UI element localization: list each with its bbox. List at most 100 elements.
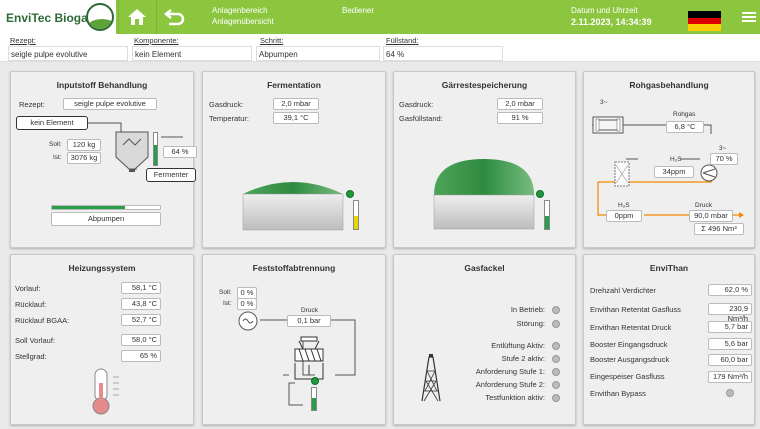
panel-feststoff[interactable]: Feststoffabtrennung Soll: 0 % Ist: 0 % D… [202,254,386,425]
panel-title: EnviThan [649,263,689,273]
ruecklauf-bgaa-label: Rücklauf BGAA: [15,316,70,325]
language-flag-icon[interactable] [688,11,721,31]
envithan-row-label: Envithan Retentat Druck [590,323,672,332]
logo-icon [86,3,114,31]
status-anf-stufe2-led [552,381,560,389]
panel-gasfackel[interactable]: Gasfackel In Betrieb: Störung: Entlüftun… [393,254,576,425]
ruecklauf-bgaa-value: 52,7 °C [121,314,161,326]
panel-title: Fermentation [267,80,321,90]
envithan-row-value: 230,9 Nm³/h [708,303,752,323]
total-value: Σ 496 Nm³ [694,223,744,235]
gas-pressure-value: 2,0 mbar [497,98,543,110]
flare-tower-icon [421,354,441,402]
status-stoerung-label: Störung: [516,319,545,328]
ruecklauf-label: Rücklauf: [15,300,47,309]
back-button[interactable] [156,0,192,34]
separator-level-bar [311,387,317,411]
home-button[interactable] [118,0,154,34]
panel-rohgas[interactable]: Rohgasbehandlung 3~ Rohgas 6,8 °C 3~ 70 … [583,71,755,248]
druck-value: 90,0 mbar [689,210,733,222]
status-entlueftung-led [552,342,560,350]
bypass-label: Envithan Bypass [590,389,646,398]
area-value: Anlagenübersicht [212,17,274,26]
envithan-row-value: 5,6 bar [708,338,752,350]
envithan-row-label: Booster Eingangsdruck [590,340,668,349]
panel-inputstoff[interactable]: Inputstoff Behandlung Rezept: seigle pul… [10,71,197,248]
panel-fermentation[interactable]: Fermentation Gasdruck: 2,0 mbar Temperat… [202,71,386,248]
datetime-label: Datum und Uhrzeit [571,6,638,15]
vorlauf-label: Vorlauf: [15,284,41,293]
back-icon [163,9,184,26]
pump-progress-bar [51,205,161,210]
status-stufe2-label: Stufe 2 aktiv: [501,354,545,363]
panel-title: Gasfackel [464,263,505,273]
envithan-row-label: Envithan Retentat Gasfluss [590,305,681,314]
gas-fill-value: 91 % [497,112,543,124]
step-label: Schritt: [260,36,284,45]
datetime-value: 2.11.2023, 14:34:39 [571,17,652,27]
status-in-betrieb-led [552,306,560,314]
fermenter-status-led [346,190,354,198]
bypass-led [726,389,734,397]
ist-label: Ist: [53,154,62,161]
temperature-label: Temperatur: [209,114,250,123]
druck-label: Druck [301,307,318,314]
envithan-row-value: 5,7 bar [708,321,752,333]
status-entlueftung-label: Entlüftung Aktiv: [491,341,545,350]
pump-button[interactable]: Abpumpen [51,212,161,226]
stellgrad-label: Stellgrad: [15,352,47,361]
envithan-row-label: Eingespeiser Gasfluss [590,372,665,381]
desulfurizer-icon [614,161,630,187]
menu-icon[interactable] [742,12,756,22]
fan-label: 3~ [719,145,727,152]
stellgrad-value: 65 % [121,350,161,362]
fill-value: 64 % [383,46,503,61]
panel-envithan[interactable]: EnviThan Drehzahl Verdichter 62,0 % Envi… [583,254,755,425]
rohgas-temp: 6,8 °C [666,121,704,133]
h2s-value-1: 34ppm [654,166,694,178]
status-anf-stufe1-label: Anforderung Stufe 1: [475,367,545,376]
component-value: kein Element [132,46,252,61]
gas-pressure-label: Gasdruck: [399,100,434,109]
temperature-value: 39,1 °C [273,112,319,124]
fermenter-level-bar [353,200,359,230]
status-test-label: Testfunktion aktiv: [485,393,545,402]
operator-label[interactable]: Bediener [342,6,374,15]
soll-label: Soll: [49,141,62,148]
soll-vorlauf-value: 58,0 °C [121,334,161,346]
step-value: Abpumpen [256,46,380,61]
fermenter-tank-icon [242,182,344,231]
gas-pressure-value: 2,0 mbar [273,98,319,110]
thermometer-icon [92,368,119,415]
recipe-label: Rezept: [10,36,36,45]
status-anf-stufe1-led [552,368,560,376]
info-bar: Rezept: seigle pulpe evolutive Komponent… [0,34,760,62]
h2s-value-2: 0ppm [606,210,642,222]
separator-status-led [311,377,319,385]
envithan-row-value: 60,0 bar [708,354,752,366]
hopper-fill-value: 64 % [163,146,197,158]
logo-text: EnviTec Biogas [6,11,95,25]
digestate-status-led [536,190,544,198]
panel-heizung[interactable]: Heizungssystem Vorlauf: 58,1 °C Rücklauf… [10,254,194,425]
hopper-level-bar [153,132,158,166]
component-label: Komponente: [134,36,179,45]
status-in-betrieb-label: In Betrieb: [510,305,545,314]
heat-exchanger-icon [592,116,624,134]
home-icon [127,9,146,25]
fermenter-button[interactable]: Fermenter [146,168,196,182]
panel-title: Heizungssystem [68,263,136,273]
druck-value: 0,1 bar [287,315,331,327]
rohgas-label: Rohgas [673,111,696,118]
ist-value: 0 % [237,298,257,310]
panel-gaerrest[interactable]: Gärrestespeicherung Gasdruck: 2,0 mbar G… [393,71,576,248]
status-anf-stufe2-label: Anforderung Stufe 2: [475,380,545,389]
logo: EnviTec Biogas [0,0,116,34]
status-stufe2-led [552,355,560,363]
fan-icon [700,164,718,182]
status-stoerung-led [552,320,560,328]
soll-vorlauf-label: Soll Vorlauf: [15,336,56,345]
ist-value: 3076 kg [67,152,101,164]
soll-value: 120 kg [67,139,101,151]
druck-label: Druck [695,202,712,209]
